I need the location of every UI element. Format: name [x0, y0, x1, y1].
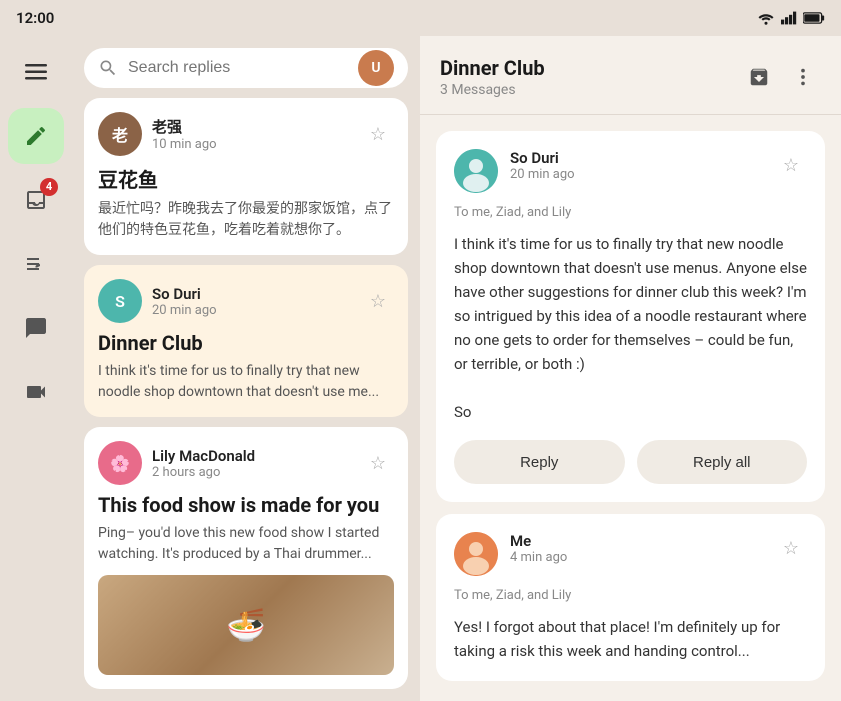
sender-name-2: So Duri — [152, 285, 352, 303]
email-time-2: 4 min ago — [510, 550, 763, 565]
send-time-3: 2 hours ago — [152, 465, 352, 480]
card-preview-1: 最近忙吗？昨晚我去了你最爱的那家饭馆，点了他们的特色豆花鱼，吃着吃着就想你了。 — [98, 199, 394, 241]
email-star-button-1[interactable]: ☆ — [775, 149, 807, 181]
signal-icon — [781, 11, 797, 25]
menu-button[interactable] — [16, 52, 56, 92]
email-sender-1: So Duri — [510, 149, 763, 167]
email-star-button-2[interactable]: ☆ — [775, 532, 807, 564]
compose-icon — [24, 124, 48, 148]
main-panel: U 老 老强 10 min ago ☆ 豆花鱼 最近忙吗？昨晚我去了你最爱的那家… — [72, 36, 420, 701]
email-meta-1: So Duri 20 min ago — [510, 149, 763, 182]
star-button-2[interactable]: ☆ — [362, 285, 394, 317]
card-header-2: S So Duri 20 min ago ☆ — [98, 279, 394, 323]
detail-body: So Duri 20 min ago ☆ To me, Ziad, and Li… — [420, 115, 841, 701]
sidebar-item-inbox[interactable] — [8, 172, 64, 228]
email-card-2: Me 4 min ago ☆ To me, Ziad, and Lily Yes… — [436, 514, 825, 681]
card-title-2: Dinner Club — [98, 331, 394, 355]
chat-icon — [24, 316, 48, 340]
email-body-2: Yes! I forgot about that place! I'm defi… — [454, 615, 807, 663]
card-meta-1: 老强 10 min ago — [152, 116, 352, 152]
video-icon — [24, 380, 48, 404]
sidebar-item-compose[interactable] — [8, 108, 64, 164]
sidebar — [0, 36, 72, 701]
message-card-1[interactable]: 老 老强 10 min ago ☆ 豆花鱼 最近忙吗？昨晚我去了你最爱的那家饭馆… — [84, 98, 408, 255]
sidebar-item-video[interactable] — [8, 364, 64, 420]
email-avatar-1 — [454, 149, 498, 193]
card-preview-3: Ping– you'd love this new food show I st… — [98, 523, 394, 565]
card-header-3: 🌸 Lily MacDonald 2 hours ago ☆ — [98, 441, 394, 485]
email-body-1: I think it's time for us to finally try … — [454, 232, 807, 424]
send-time-2: 20 min ago — [152, 303, 352, 318]
archive-button[interactable] — [741, 59, 777, 95]
user-avatar-img: U — [358, 50, 394, 86]
star-button-1[interactable]: ☆ — [362, 118, 394, 150]
card-title-3: This food show is made for you — [98, 493, 394, 517]
sidebar-item-notes[interactable] — [8, 236, 64, 292]
sender-name-1: 老强 — [152, 116, 352, 137]
sender-avatar-2: S — [98, 279, 142, 323]
star-button-3[interactable]: ☆ — [362, 447, 394, 479]
email-header-1: So Duri 20 min ago ☆ — [454, 149, 807, 193]
email-to-2: To me, Ziad, and Lily — [454, 588, 807, 603]
email-meta-2: Me 4 min ago — [510, 532, 763, 565]
archive-icon — [748, 66, 770, 88]
email-actions-1: Reply Reply all — [454, 440, 807, 484]
message-card-3[interactable]: 🌸 Lily MacDonald 2 hours ago ☆ This food… — [84, 427, 408, 689]
card-meta-2: So Duri 20 min ago — [152, 285, 352, 318]
user-avatar[interactable]: U — [358, 50, 394, 86]
card-title-1: 豆花鱼 — [98, 164, 394, 193]
message-card-2[interactable]: S So Duri 20 min ago ☆ Dinner Club I thi… — [84, 265, 408, 417]
sender-avatar-1: 老 — [98, 112, 142, 156]
sidebar-item-chat[interactable] — [8, 300, 64, 356]
sender-avatar-3: 🌸 — [98, 441, 142, 485]
card-meta-3: Lily MacDonald 2 hours ago — [152, 447, 352, 480]
more-options-icon — [792, 66, 814, 88]
battery-icon — [803, 12, 825, 24]
email-time-1: 20 min ago — [510, 167, 763, 182]
detail-message-count: 3 Messages — [440, 82, 545, 98]
more-options-button[interactable] — [785, 59, 821, 95]
notes-icon — [24, 252, 48, 276]
reply-button[interactable]: Reply — [454, 440, 625, 484]
card-image-3: 🍜 — [98, 575, 394, 675]
email-to-1: To me, Ziad, and Lily — [454, 205, 807, 220]
card-preview-2: I think it's time for us to finally try … — [98, 361, 394, 403]
detail-title-group: Dinner Club 3 Messages — [440, 56, 545, 98]
status-icons — [757, 11, 825, 25]
detail-actions — [741, 59, 821, 95]
card-header-1: 老 老强 10 min ago ☆ — [98, 112, 394, 156]
email-card-1: So Duri 20 min ago ☆ To me, Ziad, and Li… — [436, 131, 825, 502]
send-time-1: 10 min ago — [152, 137, 352, 152]
status-bar: 12:00 — [0, 0, 841, 36]
sender-name-3: Lily MacDonald — [152, 447, 352, 465]
detail-panel: Dinner Club 3 Messages — [420, 36, 841, 701]
inbox-icon — [24, 188, 48, 212]
detail-title: Dinner Club — [440, 56, 545, 80]
email-sender-2: Me — [510, 532, 763, 550]
search-input[interactable] — [128, 59, 348, 77]
status-time: 12:00 — [16, 9, 54, 27]
email-avatar-2 — [454, 532, 498, 576]
email-header-2: Me 4 min ago ☆ — [454, 532, 807, 576]
wifi-icon — [757, 11, 775, 25]
search-icon — [98, 58, 118, 78]
food-scene-img: 🍜 — [98, 575, 394, 675]
search-bar: U — [84, 48, 408, 88]
detail-header: Dinner Club 3 Messages — [420, 36, 841, 115]
reply-all-button[interactable]: Reply all — [637, 440, 808, 484]
